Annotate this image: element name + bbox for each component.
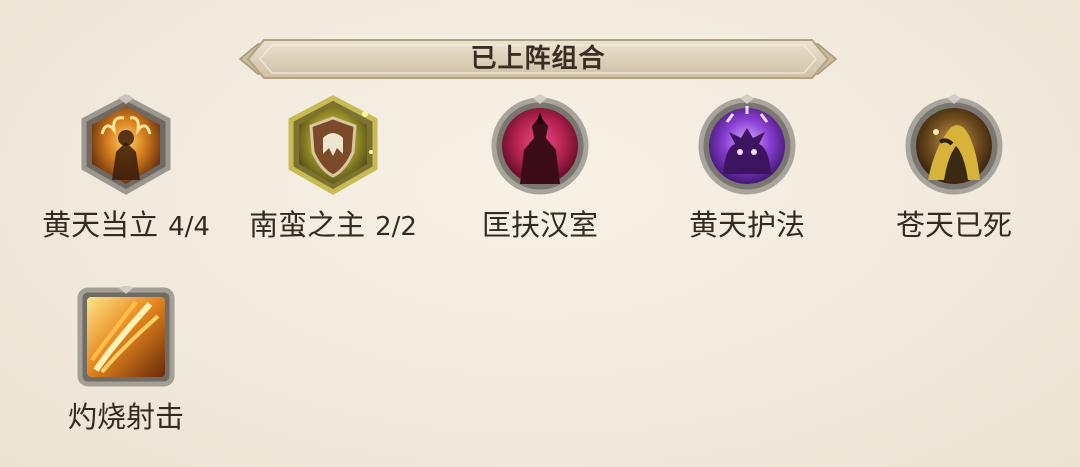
active-synergies-banner: 已上阵组合 — [236, 36, 840, 82]
synergy-label: 匡扶汉室 — [481, 208, 598, 242]
crimson-lord-icon — [491, 94, 589, 195]
synergy-count: 4/4 — [168, 212, 210, 242]
synergy-item-kuangfu-hanshi[interactable]: 匡扶汉室 — [440, 94, 640, 254]
panel-title: 已上阵组合 — [470, 44, 606, 74]
synergy-label: 苍天已死 — [895, 208, 1012, 242]
synergy-label: 黄天护法 — [688, 208, 805, 242]
synergy-item-huangtian-hufa[interactable]: 黄天护法 — [647, 94, 847, 254]
synergy-item-nanman-zhizhu[interactable]: 南蛮之主 2/2 — [233, 94, 433, 254]
synergy-count: 2/2 — [375, 212, 417, 242]
synergy-item-cangtian-yisi[interactable]: 苍天已死 — [854, 94, 1054, 254]
synergy-item-huangtian-dangli[interactable]: 黄天当立 4/4 — [26, 94, 226, 254]
synergy-item-zhuoshao-sheji[interactable]: 灼烧射击 — [26, 286, 226, 446]
synergy-label: 灼烧射击 — [67, 400, 184, 434]
synergy-label: 黄天当立 4/4 — [42, 208, 210, 242]
synergy-label: 南蛮之主 2/2 — [249, 208, 417, 242]
flame-warrior-icon — [81, 94, 171, 195]
purple-beast-icon — [698, 94, 796, 195]
hooded-sage-icon — [905, 94, 1003, 195]
burning-shot-icon — [77, 286, 175, 387]
tribal-shield-icon — [288, 95, 378, 195]
